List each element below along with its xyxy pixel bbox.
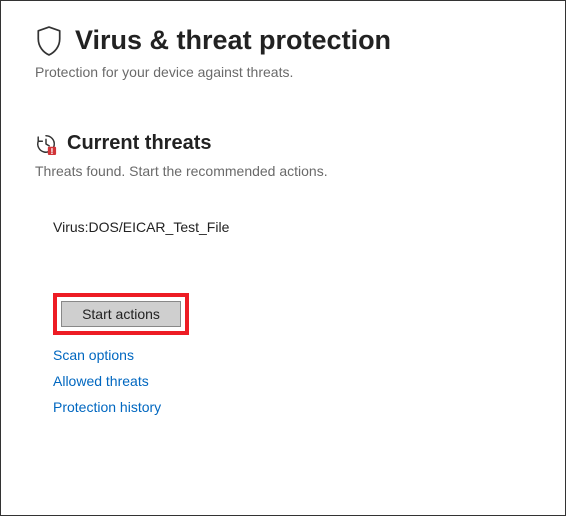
section-header: Current threats [35, 132, 565, 155]
action-area: Start actions Scan options Allowed threa… [53, 293, 565, 415]
highlight-box: Start actions [53, 293, 189, 335]
page-header: Virus & threat protection [35, 25, 565, 56]
section-title: Current threats [67, 132, 211, 155]
start-actions-button[interactable]: Start actions [61, 301, 181, 327]
page-title: Virus & threat protection [75, 25, 391, 56]
section-subtitle: Threats found. Start the recommended act… [35, 163, 565, 179]
allowed-threats-link[interactable]: Allowed threats [53, 373, 149, 389]
threat-item: Virus:DOS/EICAR_Test_File [53, 219, 565, 235]
link-list: Scan options Allowed threats Protection … [53, 347, 565, 415]
shield-icon [35, 26, 63, 56]
page-subtitle: Protection for your device against threa… [35, 64, 565, 80]
scan-options-link[interactable]: Scan options [53, 347, 134, 363]
history-alert-icon [35, 133, 57, 155]
protection-history-link[interactable]: Protection history [53, 399, 161, 415]
